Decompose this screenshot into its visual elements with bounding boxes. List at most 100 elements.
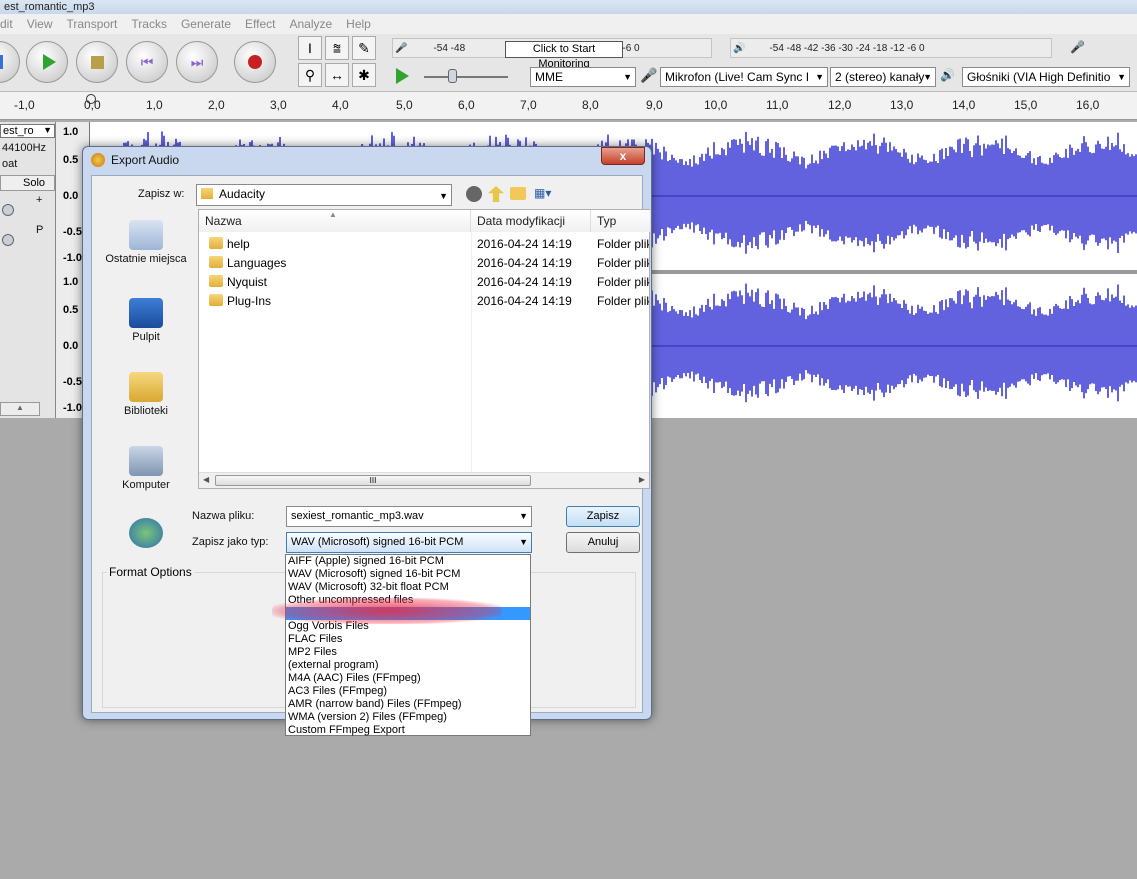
column-date[interactable]: Data modyfikacji xyxy=(471,210,591,232)
places-bar: Ostatnie miejsca Pulpit Biblioteki Kompu… xyxy=(100,206,192,566)
pan-label: P xyxy=(36,224,44,236)
channels-select[interactable]: 2 (stereo) kanały ▼ xyxy=(830,67,936,87)
format-options-label: Format Options xyxy=(107,565,194,579)
ruler-tick-label: 11,0 xyxy=(766,98,789,112)
pause-button[interactable] xyxy=(0,41,20,83)
play-head-marker xyxy=(86,94,96,104)
place-recent[interactable]: Ostatnie miejsca xyxy=(100,220,192,265)
place-computer[interactable]: Komputer xyxy=(100,446,192,491)
mic-meter-icon[interactable]: 🎤 xyxy=(1070,40,1137,58)
horizontal-scrollbar[interactable]: ◀ III ▶ xyxy=(199,472,649,488)
back-icon[interactable] xyxy=(466,186,482,202)
timeline-ruler[interactable]: -1,0 0,0 1,0 2,0 3,0 4,0 5,0 6,0 7,0 8,0 9,0 10,0 11… xyxy=(0,92,1137,120)
skip-end-button[interactable]: ⏭ xyxy=(176,41,218,83)
menu-effect[interactable]: Effect xyxy=(245,17,275,31)
scroll-right-icon[interactable]: ▶ xyxy=(639,475,645,484)
solo-button[interactable]: Solo xyxy=(0,175,55,191)
skip-start-button[interactable]: ⏮ xyxy=(126,41,168,83)
file-row[interactable]: Nyquist 2016-04-24 14:19 Folder plik xyxy=(199,272,651,291)
zoom-tool-icon[interactable]: ⚲ xyxy=(298,63,322,87)
file-name: Nyquist xyxy=(227,275,268,289)
file-row[interactable]: help 2016-04-24 14:19 Folder plik xyxy=(199,234,651,253)
ruler-tick-label: 2,0 xyxy=(208,98,225,112)
place-libraries[interactable]: Biblioteki xyxy=(100,372,192,417)
stop-button[interactable] xyxy=(76,41,118,83)
mic-icon: 🎤 xyxy=(640,67,658,83)
place-desktop[interactable]: Pulpit xyxy=(100,298,192,343)
menu-tracks[interactable]: Tracks xyxy=(131,17,167,31)
filetype-option[interactable]: WAV (Microsoft) signed 16-bit PCM xyxy=(286,568,530,581)
save-button-label: Zapisz xyxy=(586,510,620,522)
play-button[interactable] xyxy=(26,41,68,83)
pan-slider[interactable] xyxy=(2,234,14,246)
filetype-option[interactable]: WAV (Microsoft) 32-bit float PCM xyxy=(286,581,530,594)
menu-view[interactable]: View xyxy=(27,17,53,31)
file-name: Plug-Ins xyxy=(227,294,272,308)
column-type[interactable]: Typ xyxy=(591,210,651,232)
menu-analyze[interactable]: Analyze xyxy=(289,17,332,31)
filename-input[interactable]: sexiest_romantic_mp3.wav ▼ xyxy=(286,506,532,527)
gain-slider[interactable] xyxy=(2,204,14,216)
filetype-option[interactable]: AIFF (Apple) signed 16-bit PCM xyxy=(286,555,530,568)
save-in-select[interactable]: Audacity ▼ xyxy=(196,184,452,206)
speed-slider[interactable] xyxy=(424,76,508,78)
play-at-speed xyxy=(392,66,522,88)
audio-host-value: MME xyxy=(535,70,563,84)
folder-icon xyxy=(201,188,213,199)
filetype-option[interactable]: (external program) xyxy=(286,659,530,672)
filetype-option[interactable]: Custom FFmpeg Export xyxy=(286,724,530,737)
track-name-menu[interactable]: est_ro ▼ xyxy=(0,124,55,138)
menu-generate[interactable]: Generate xyxy=(181,17,231,31)
file-row[interactable]: Languages 2016-04-24 14:19 Folder plik xyxy=(199,253,651,272)
selection-tool-icon[interactable]: I xyxy=(298,36,322,60)
collapse-track-button[interactable]: ▲ xyxy=(0,402,40,416)
filetype-option[interactable]: FLAC Files xyxy=(286,633,530,646)
filetype-option[interactable]: M4A (AAC) Files (FFmpeg) xyxy=(286,672,530,685)
solo-label: Solo xyxy=(23,177,46,189)
close-button[interactable]: x xyxy=(601,147,645,165)
column-name[interactable]: Nazwa ▲ xyxy=(199,210,471,232)
play-at-speed-icon[interactable] xyxy=(396,68,409,84)
chevron-down-icon: ▼ xyxy=(623,72,632,82)
draw-tool-icon[interactable]: ✎ xyxy=(352,36,376,60)
speed-slider-thumb[interactable] xyxy=(448,69,457,83)
ruler-tick-label: 9,0 xyxy=(646,98,663,112)
desktop-icon xyxy=(129,298,163,328)
up-folder-icon[interactable] xyxy=(488,186,504,202)
scroll-left-icon[interactable]: ◀ xyxy=(203,475,209,484)
record-button[interactable] xyxy=(234,41,276,83)
monitoring-tooltip[interactable]: Click to Start Monitoring xyxy=(505,41,623,70)
filetype-select[interactable]: WAV (Microsoft) signed 16-bit PCM ▼ xyxy=(286,532,532,553)
file-date: 2016-04-24 14:19 xyxy=(477,294,572,308)
menu-transport[interactable]: Transport xyxy=(66,17,117,31)
playback-meter[interactable]: 🔊 -54 -48 -42 -36 -30 -24 -18 -12 -6 0 xyxy=(730,38,1052,58)
timeshift-tool-icon[interactable]: ↔ xyxy=(325,63,349,87)
cancel-button[interactable]: Anuluj xyxy=(566,532,640,553)
input-device-select[interactable]: Mikrofon (Live! Cam Sync I ▼ xyxy=(660,67,828,87)
track-control-panel: est_ro ▼ 44100Hz oat Solo + P ▲ xyxy=(0,122,56,418)
filetype-option[interactable]: WMA (version 2) Files (FFmpeg) xyxy=(286,711,530,724)
file-row[interactable]: Plug-Ins 2016-04-24 14:19 Folder plik xyxy=(199,291,651,310)
menu-edit[interactable]: dit xyxy=(0,17,13,31)
ruler-tick-label: 15,0 xyxy=(1014,98,1038,112)
menu-help[interactable]: Help xyxy=(346,17,371,31)
view-menu-icon[interactable]: ▦▾ xyxy=(534,186,558,202)
chevron-down-icon: ▼ xyxy=(1117,72,1126,82)
scrollbar-thumb[interactable]: III xyxy=(215,475,531,486)
place-network[interactable] xyxy=(100,518,192,551)
audio-host-select[interactable]: MME ▼ xyxy=(530,67,636,87)
filetype-option[interactable]: AC3 Files (FFmpeg) xyxy=(286,685,530,698)
filetype-option[interactable]: AMR (narrow band) Files (FFmpeg) xyxy=(286,698,530,711)
place-desktop-label: Pulpit xyxy=(132,331,160,343)
column-name-label: Nazwa xyxy=(205,214,242,228)
envelope-tool-icon[interactable]: ⩰ xyxy=(325,36,349,60)
place-libraries-label: Biblioteki xyxy=(123,405,169,417)
speaker-icon: 🔊 xyxy=(940,68,955,82)
save-button[interactable]: Zapisz xyxy=(566,506,640,527)
output-device-select[interactable]: Głośniki (VIA High Definitio ▼ xyxy=(962,67,1130,87)
multi-tool-icon[interactable]: ✱ xyxy=(352,63,376,87)
new-folder-icon[interactable] xyxy=(510,187,526,200)
scale-label: 0.5 xyxy=(63,304,79,316)
chevron-down-icon: ▼ xyxy=(519,511,528,521)
filetype-option[interactable]: MP2 Files xyxy=(286,646,530,659)
